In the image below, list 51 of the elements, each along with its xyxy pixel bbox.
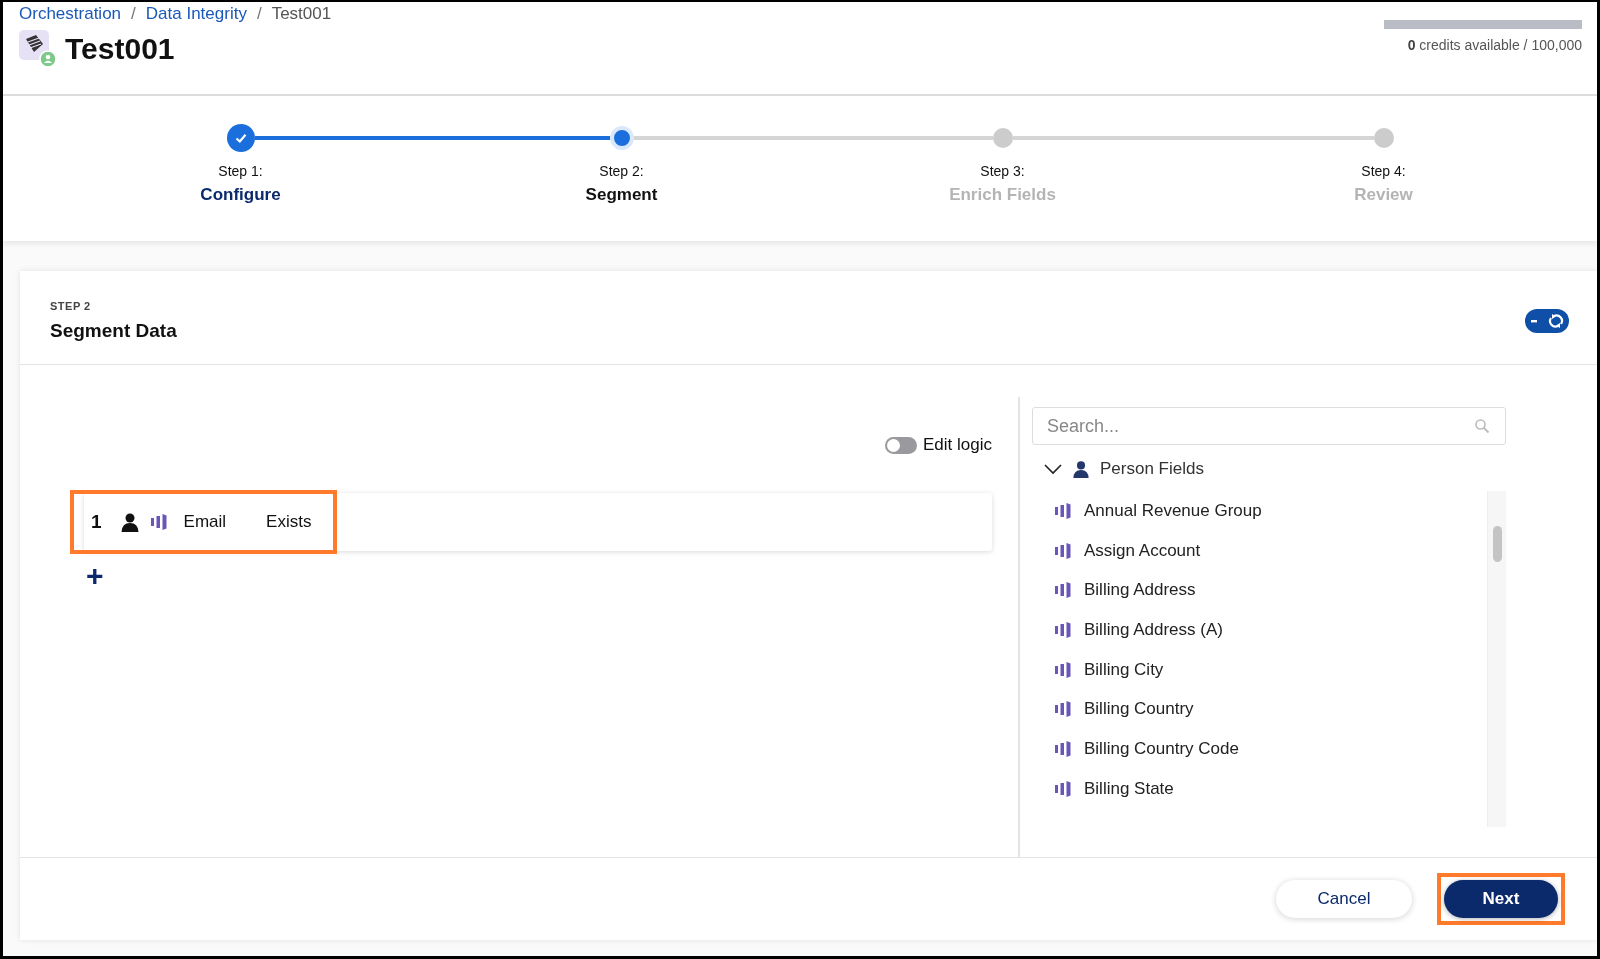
rule-operator: Exists bbox=[266, 512, 312, 532]
breadcrumb-current: Test001 bbox=[271, 4, 332, 24]
field-icon bbox=[1054, 739, 1072, 758]
field-icon bbox=[1054, 541, 1072, 560]
step-number: Step 2: bbox=[599, 163, 644, 179]
person-icon bbox=[119, 512, 140, 532]
rule-field: Email bbox=[183, 512, 227, 532]
tree-group[interactable]: Person Fields bbox=[1044, 459, 1597, 479]
edit-logic-switch[interactable] bbox=[885, 436, 917, 454]
field-icon bbox=[1054, 501, 1072, 520]
field-item[interactable]: Assign Account bbox=[1054, 530, 1487, 571]
field-item[interactable]: Billing Country bbox=[1054, 689, 1487, 730]
rule-number: 1 bbox=[91, 511, 102, 533]
add-rule-button[interactable]: + bbox=[84, 561, 106, 591]
step-eyebrow: STEP 2 bbox=[50, 300, 92, 312]
search-icon bbox=[1474, 418, 1490, 434]
breadcrumb-link[interactable]: Orchestration bbox=[19, 4, 122, 24]
field-icon bbox=[1054, 581, 1072, 600]
field-item[interactable]: Billing Address bbox=[1054, 570, 1487, 611]
chevron-icon bbox=[1044, 463, 1062, 475]
field-item[interactable]: Billing Country Code bbox=[1054, 729, 1487, 769]
field-item[interactable]: Annual Revenue Group bbox=[1054, 491, 1487, 531]
step-name: Configure bbox=[200, 185, 281, 205]
breadcrumb-link[interactable]: Data Integrity bbox=[145, 4, 247, 24]
breadcrumb-separator: / bbox=[256, 4, 262, 24]
field-icon bbox=[1054, 620, 1072, 639]
sync-toggle[interactable] bbox=[1525, 309, 1569, 333]
next-button[interactable]: Next bbox=[1444, 880, 1558, 918]
card-title: Segment Data bbox=[50, 320, 177, 342]
field-item[interactable]: Billing City bbox=[1054, 649, 1487, 690]
field-icon bbox=[1054, 779, 1072, 798]
step-number: Step 4: bbox=[1361, 163, 1406, 179]
step-number: Step 1: bbox=[218, 163, 263, 179]
step-name: Segment bbox=[585, 185, 658, 205]
step-name: Review bbox=[1354, 185, 1413, 205]
program-icon bbox=[19, 30, 57, 68]
step-number: Step 3: bbox=[980, 163, 1025, 179]
credits-text: 0 credits available / 100,000 bbox=[1407, 37, 1582, 53]
field-icon bbox=[149, 513, 168, 531]
edit-logic-label: Edit logic bbox=[923, 435, 992, 455]
person-icon bbox=[1072, 460, 1090, 478]
search-field[interactable]: Search... bbox=[1032, 407, 1506, 445]
cancel-button[interactable]: Cancel bbox=[1276, 880, 1412, 918]
page-title: Test001 bbox=[65, 32, 175, 66]
breadcrumb-separator: / bbox=[131, 4, 136, 24]
field-icon bbox=[1054, 660, 1072, 679]
field-item[interactable]: Billing State bbox=[1054, 768, 1487, 809]
step-name: Enrich Fields bbox=[949, 185, 1056, 205]
field-item[interactable]: Billing Address (A) bbox=[1054, 610, 1487, 650]
field-icon bbox=[1054, 700, 1072, 719]
scrollbar-thumb[interactable] bbox=[1493, 526, 1502, 562]
